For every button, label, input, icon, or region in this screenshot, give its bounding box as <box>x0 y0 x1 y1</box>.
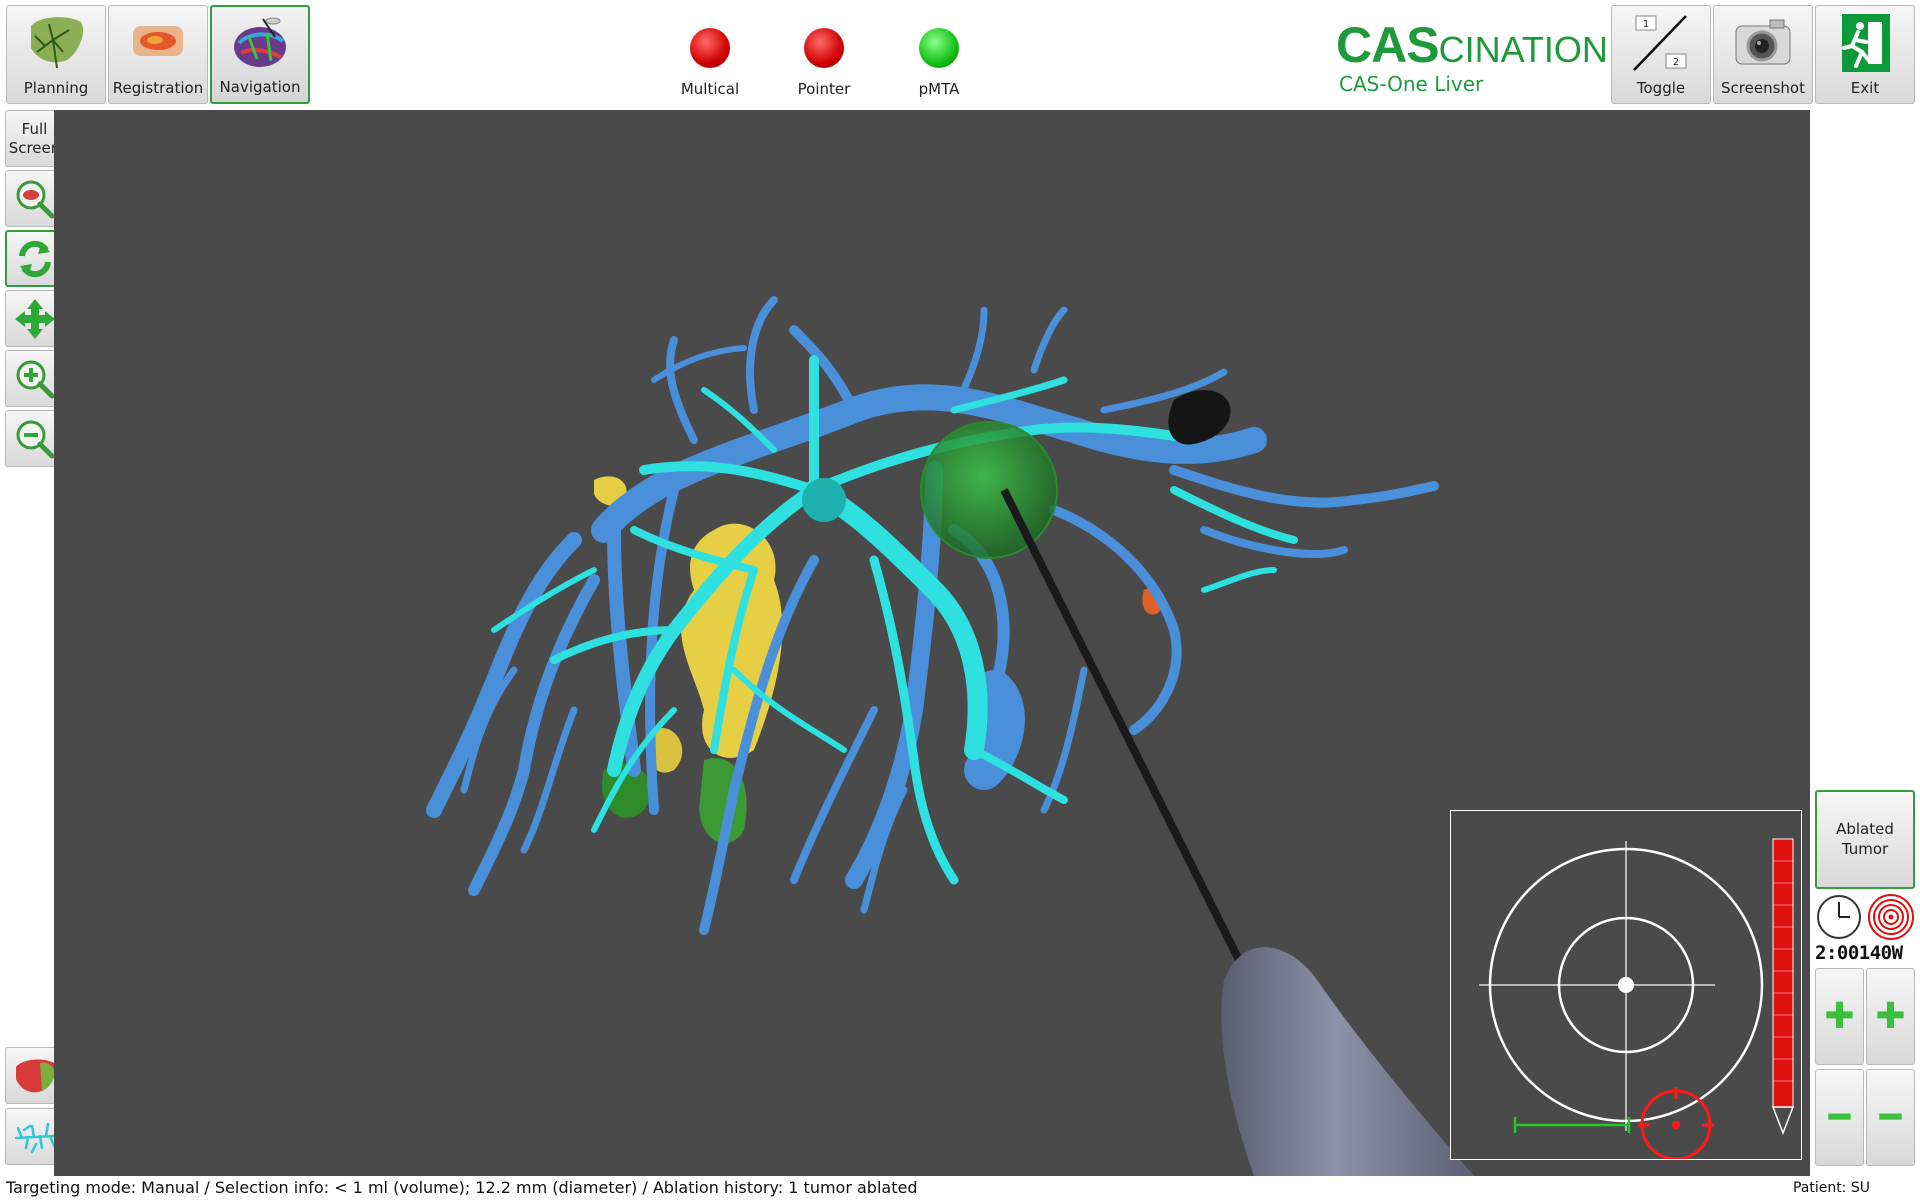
planning-button[interactable]: Planning <box>6 5 106 104</box>
status-pointer: Pointer <box>769 28 879 98</box>
planning-label: Planning <box>23 79 89 97</box>
pmta-label: pMTA <box>918 80 960 98</box>
svg-text:1: 1 <box>1643 19 1649 30</box>
zoom-fit-icon <box>16 180 54 218</box>
brand-title: CASCINATION <box>1336 17 1608 73</box>
ablated-tumor-button[interactable]: Ablated Tumor <box>1815 790 1915 889</box>
screenshot-button[interactable]: Screenshot <box>1713 5 1813 104</box>
status-bar: Targeting mode: Manual / Selection info:… <box>0 1176 1920 1200</box>
vein-junction <box>802 478 846 522</box>
svg-text:2: 2 <box>1673 57 1679 68</box>
pointer-status-light <box>804 28 844 68</box>
registration-icon <box>133 26 183 56</box>
status-multical: Multical <box>655 28 765 98</box>
top-bar: Planning Registration Navigation Multica… <box>0 0 1920 108</box>
multical-status-light <box>690 28 730 68</box>
minus-icon: ━ <box>1828 1096 1851 1138</box>
clock-icon <box>1817 895 1861 939</box>
selection-info: Targeting mode: Manual / Selection info:… <box>6 1178 918 1197</box>
ablated-tumor-label: Ablated Tumor <box>1836 820 1894 858</box>
zoom-out-icon <box>16 420 54 458</box>
targeting-view <box>1450 810 1802 1161</box>
exit-button[interactable]: Exit <box>1815 5 1915 104</box>
brand-logo: CASCINATION CAS-One Liver <box>1336 17 1608 96</box>
vessels-icon <box>14 1122 55 1153</box>
navigation-label: Navigation <box>219 78 301 96</box>
brand-subtitle: CAS-One Liver <box>1339 72 1484 96</box>
ablation-indicators <box>1815 893 1915 945</box>
zoom-in-icon <box>16 360 54 398</box>
status-pmta: pMTA <box>884 28 994 98</box>
power-decrease-button[interactable]: ━ <box>1866 1069 1915 1166</box>
exit-icon <box>1842 14 1890 72</box>
patient-id: Patient: SU <box>1792 1180 1870 1196</box>
registration-label: Registration <box>112 79 204 97</box>
ablation-zone-sphere <box>920 421 1058 559</box>
time-increase-button[interactable]: ✚ <box>1815 968 1864 1065</box>
camera-icon <box>1735 19 1791 65</box>
rotate-icon <box>18 240 51 277</box>
power-increase-button[interactable]: ✚ <box>1866 968 1915 1065</box>
pointer-label: Pointer <box>797 80 851 98</box>
liver-vessels-icon <box>31 17 84 69</box>
pmta-status-light <box>919 28 959 68</box>
power-target-icon <box>1868 894 1914 940</box>
liver-surface-icon <box>15 1059 55 1092</box>
app-window: Planning Registration Navigation Multica… <box>0 0 1920 1200</box>
ablation-time: 2:00 <box>1815 942 1859 964</box>
ablation-power: 140W <box>1858 942 1903 964</box>
multical-label: Multical <box>680 80 740 98</box>
minus-icon: ━ <box>1879 1096 1902 1138</box>
pan-icon <box>14 298 55 339</box>
toggle-label: Toggle <box>1636 79 1686 97</box>
navigation-icon <box>234 17 286 67</box>
plus-icon: ✚ <box>1824 995 1855 1037</box>
registration-button[interactable]: Registration <box>108 5 208 104</box>
screenshot-label: Screenshot <box>1721 79 1805 97</box>
toggle-button[interactable]: 1 2 Toggle <box>1611 5 1711 104</box>
targeting-crosshair <box>1479 838 1795 1161</box>
exit-label: Exit <box>1850 79 1880 97</box>
plus-icon: ✚ <box>1875 995 1906 1037</box>
time-decrease-button[interactable]: ━ <box>1815 1069 1864 1166</box>
navigation-button[interactable]: Navigation <box>210 5 310 104</box>
ablation-probe-handle <box>1221 947 1474 1176</box>
toggle-icon: 1 2 <box>1633 15 1687 71</box>
ablation-readout: 2:00140W <box>1815 942 1920 964</box>
